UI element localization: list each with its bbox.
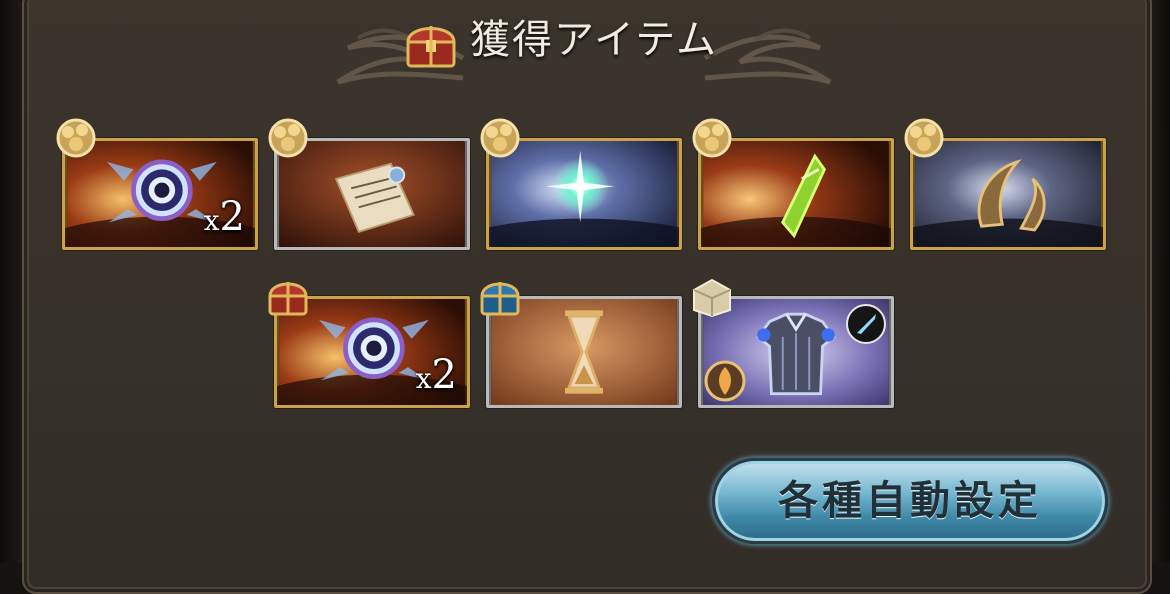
wooden-chest-badge-icon [693, 278, 731, 318]
gold-chest-badge-icon [480, 118, 520, 158]
gold-chest-badge-icon [692, 118, 732, 158]
item-count: x2 [415, 352, 457, 398]
red-chest-badge-icon [268, 282, 308, 316]
gold-chest-badge-icon [268, 118, 308, 158]
rewards-header: 獲得アイテム [0, 0, 1170, 100]
dagger-type-icon [846, 304, 886, 344]
treasure-chest-icon [406, 26, 456, 68]
blue-chest-badge-icon [480, 282, 520, 316]
earth-element-icon [704, 360, 746, 402]
gold-chest-badge-icon [904, 118, 944, 158]
item-count: x2 [203, 194, 245, 240]
ornament-right-icon [703, 28, 832, 85]
auto-settings-button[interactable]: 各種自動設定 [712, 458, 1108, 544]
gold-chest-badge-icon [56, 118, 96, 158]
page-title: 獲得アイテム [470, 17, 718, 63]
